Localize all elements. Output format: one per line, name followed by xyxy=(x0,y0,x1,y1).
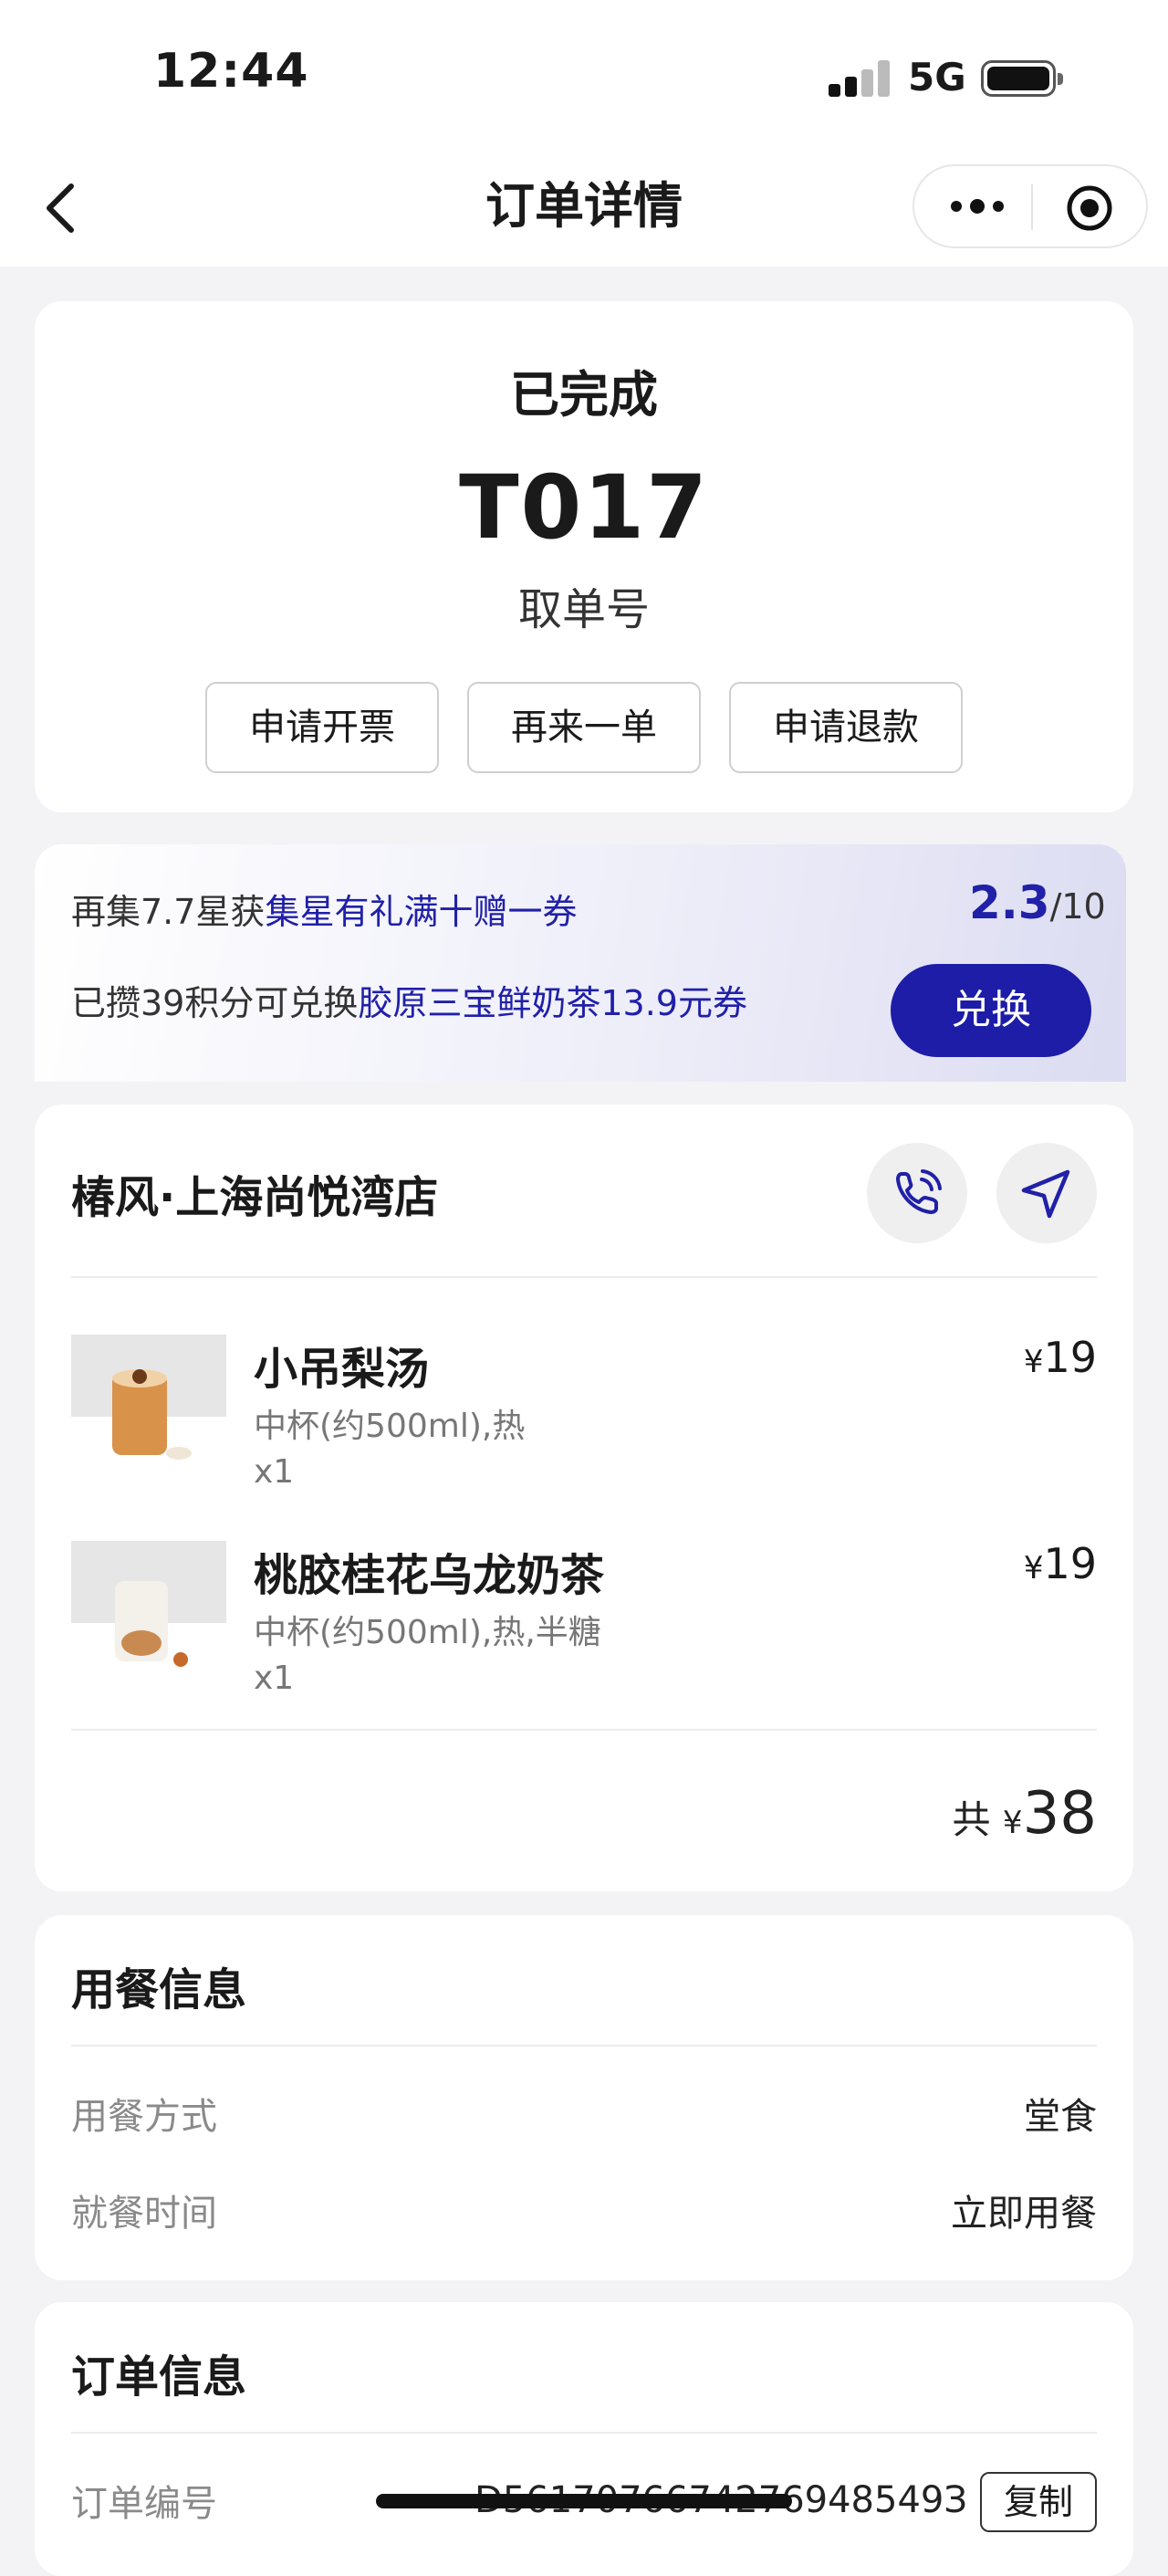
redeem-button[interactable]: 兑换 xyxy=(891,964,1091,1057)
refund-button[interactable]: 申请退款 xyxy=(729,682,963,773)
dining-mode-value: 堂食 xyxy=(1024,2096,1097,2138)
item-spec: 中杯(约500ml),热 xyxy=(254,1408,526,1445)
phone-icon xyxy=(896,1169,942,1214)
promo-coupon-link[interactable]: 胶原三宝鲜奶茶13.9元券 xyxy=(358,983,747,1023)
item-image xyxy=(71,1541,226,1678)
promo-points-text: 已攒39积分可兑换胶原三宝鲜奶茶13.9元券 xyxy=(71,983,747,1023)
status-time: 12:44 xyxy=(153,44,309,99)
close-capsule-icon[interactable] xyxy=(1066,184,1113,232)
invoice-button[interactable]: 申请开票 xyxy=(205,682,439,773)
divider xyxy=(71,1729,1097,1731)
item-name: 桃胶桂花乌龙奶茶 xyxy=(254,1550,605,1601)
battery-icon xyxy=(981,60,1063,97)
order-total: 共 ¥38 xyxy=(952,1780,1097,1848)
section-title: 订单信息 xyxy=(71,2351,247,2403)
order-status: 已完成 xyxy=(510,366,658,424)
item-price: ¥19 xyxy=(1023,1333,1097,1382)
promo-stars-link[interactable]: 集星有礼满十赠一券 xyxy=(265,892,577,932)
drink-image xyxy=(71,1335,226,1471)
divider xyxy=(71,1276,1097,1278)
item-spec: 中杯(约500ml),热,半糖 xyxy=(254,1614,601,1651)
dining-mode-label: 用餐方式 xyxy=(71,2096,217,2138)
dining-time-value: 立即用餐 xyxy=(951,2193,1097,2235)
copy-button[interactable]: 复制 xyxy=(980,2472,1097,2532)
call-store-button[interactable] xyxy=(867,1143,967,1243)
reorder-button[interactable]: 再来一单 xyxy=(467,682,701,773)
network-label: 5G xyxy=(908,55,966,99)
promo-stars-text: 再集7.7星获集星有礼满十赠一券 xyxy=(71,892,578,932)
back-button[interactable] xyxy=(36,173,88,243)
item-qty: x1 xyxy=(254,1453,295,1491)
item-image xyxy=(71,1335,226,1471)
pickup-label: 取单号 xyxy=(517,584,650,635)
stars-progress: 2.3/10 xyxy=(969,876,1106,929)
section-title: 用餐信息 xyxy=(71,1964,247,2016)
signal-icon xyxy=(829,60,892,97)
pickup-number: T017 xyxy=(459,456,709,559)
order-number-label: 订单编号 xyxy=(71,2483,217,2525)
navigate-store-button[interactable] xyxy=(996,1143,1097,1243)
chevron-left-icon xyxy=(47,183,74,233)
more-icon[interactable] xyxy=(949,194,1006,219)
item-qty: x1 xyxy=(254,1660,295,1697)
divider xyxy=(71,2432,1097,2434)
item-name: 小吊梨汤 xyxy=(254,1344,430,1395)
home-indicator xyxy=(376,2494,792,2508)
item-price: ¥19 xyxy=(1023,1539,1097,1588)
divider xyxy=(71,2045,1097,2047)
navigate-icon xyxy=(1021,1169,1070,1219)
mini-program-capsule xyxy=(912,164,1148,248)
drink-image xyxy=(71,1541,226,1678)
dining-time-label: 就餐时间 xyxy=(71,2193,217,2235)
store-name[interactable]: 椿风·上海尚悦湾店 xyxy=(71,1161,438,1225)
